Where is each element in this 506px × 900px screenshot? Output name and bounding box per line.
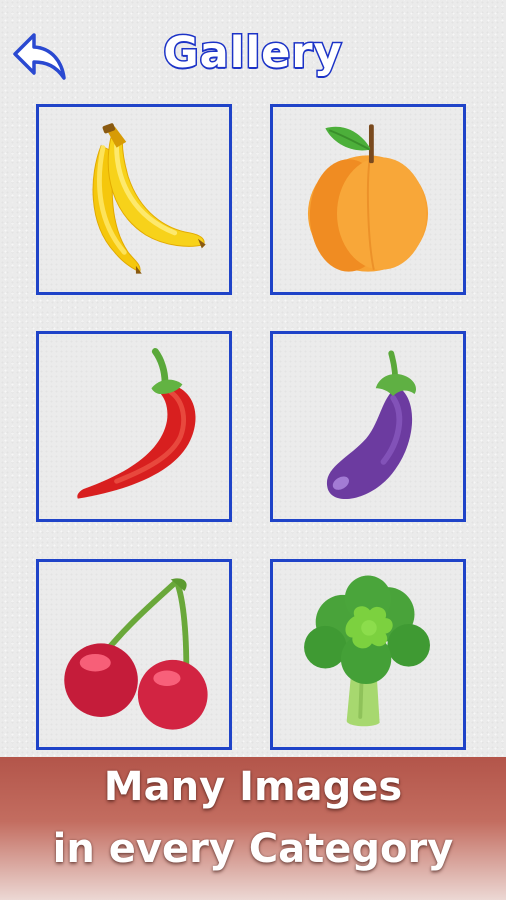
cherries-icon — [64, 578, 208, 730]
gallery-item-banana[interactable] — [36, 104, 232, 295]
apricot-icon — [307, 124, 429, 272]
gallery-item-cherries[interactable] — [36, 559, 232, 750]
broccoli-icon — [304, 575, 430, 727]
gallery-item-broccoli[interactable] — [270, 559, 466, 750]
eggplant-icon — [326, 350, 417, 500]
chili-pepper-icon — [77, 348, 196, 499]
gallery-item-apricot[interactable] — [270, 104, 466, 295]
promo-headline: Many Images — [103, 764, 403, 810]
gallery-item-chili-pepper[interactable] — [36, 331, 232, 522]
gallery-item-eggplant[interactable] — [270, 331, 466, 522]
promo-subheadline: in every Category — [52, 826, 454, 872]
page-title: Gallery — [162, 27, 343, 80]
banana-icon — [92, 123, 206, 274]
